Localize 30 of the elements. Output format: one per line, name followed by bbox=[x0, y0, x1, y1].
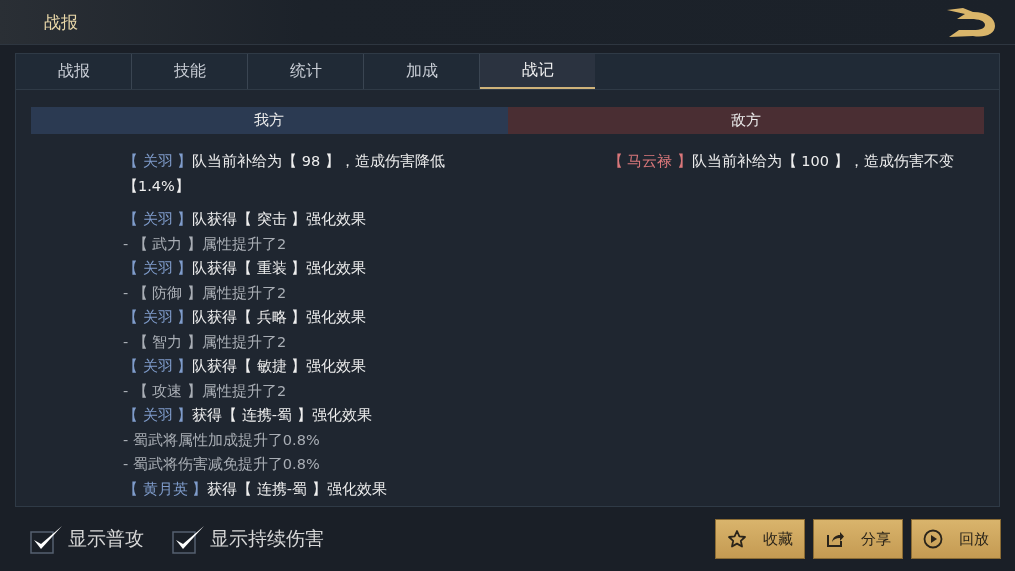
action-button[interactable]: 回放 bbox=[911, 519, 1001, 559]
log-entry: 【 关羽 】获得【 连携-蜀 】强化效果 bbox=[123, 406, 373, 425]
log-detail: - 蜀武将伤害减免提升了0.8% bbox=[123, 455, 321, 474]
tab[interactable]: 战报 bbox=[16, 54, 132, 89]
log-detail: - 【 武力 】属性提升了2 bbox=[123, 234, 288, 254]
column-heading: 敌方 bbox=[507, 107, 984, 134]
log-detail: - 【 智力 】属性提升了2 bbox=[123, 332, 288, 352]
window-title: 战报 bbox=[44, 10, 78, 34]
log-entry: 【 马云禄 】队当前补给为【 100 】，造成伤害不变 bbox=[607, 152, 955, 171]
log-entry: 【 关羽 】队获得【 重装 】强化效果 bbox=[123, 259, 368, 278]
play-icon bbox=[923, 529, 943, 549]
log-entry: 【 黄月英 】获得【 连携-蜀 】强化效果 bbox=[123, 479, 388, 499]
log-detail: - 【 攻速 】属性提升了2 bbox=[123, 381, 288, 401]
action-button[interactable]: 收藏 bbox=[715, 519, 805, 559]
action-button[interactable]: 分享 bbox=[813, 519, 903, 559]
log-detail: - 【 防御 】属性提升了2 bbox=[123, 283, 288, 303]
checkbox[interactable] bbox=[172, 524, 206, 554]
tab[interactable]: 统计 bbox=[248, 54, 364, 89]
column-heading: 我方 bbox=[31, 107, 508, 134]
log-detail: - 蜀武将属性加成提升了0.8% bbox=[123, 430, 321, 450]
checkbox-label: 显示持续伤害 bbox=[210, 526, 324, 551]
log-entry: 【 关羽 】队获得【 兵略 】强化效果 bbox=[123, 308, 368, 327]
log-entry: 【 关羽 】队当前补给为【 98 】，造成伤害降低【1.4%】 bbox=[123, 152, 446, 196]
checkbox[interactable] bbox=[30, 524, 64, 554]
checkbox-label: 显示普攻 bbox=[68, 526, 144, 551]
log-entry: 【 关羽 】队获得【 突击 】强化效果 bbox=[123, 210, 368, 229]
star-icon bbox=[727, 529, 747, 549]
tab[interactable]: 战记 bbox=[480, 54, 595, 89]
tab[interactable]: 技能 bbox=[132, 54, 248, 89]
log-entry: 【 关羽 】队获得【 敏捷 】强化效果 bbox=[123, 357, 368, 376]
